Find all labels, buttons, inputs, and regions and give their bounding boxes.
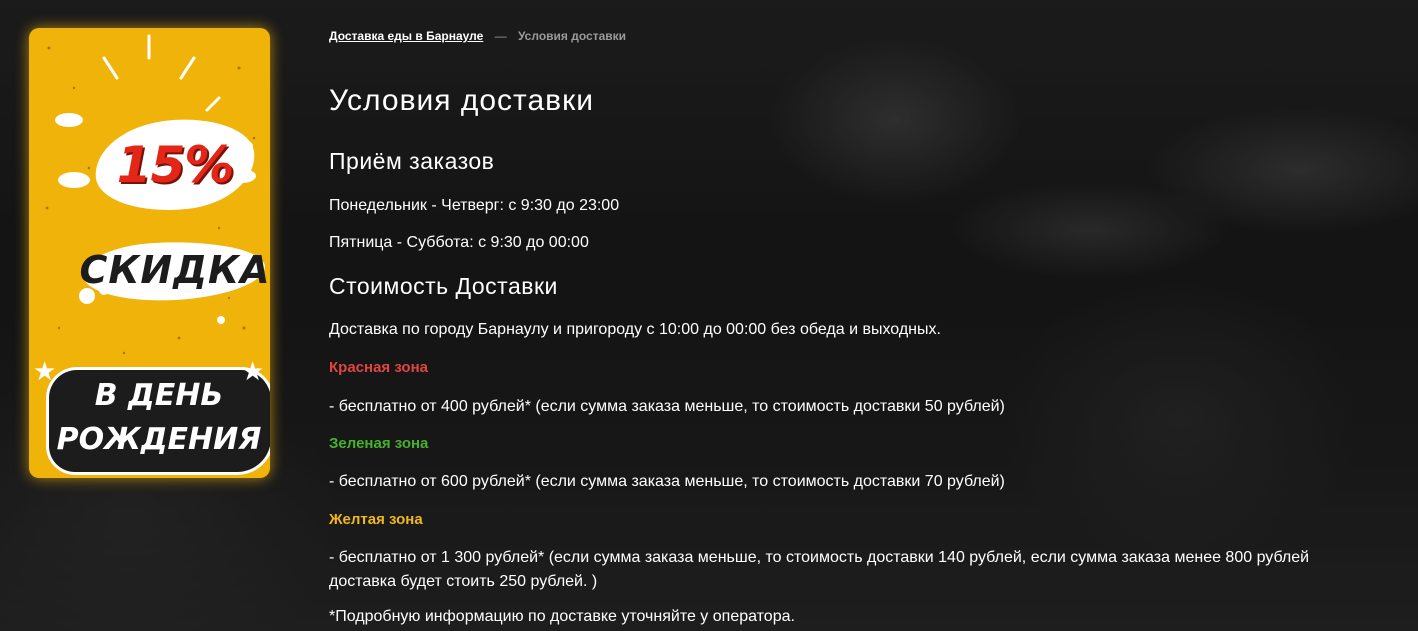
- discount-label-text: СКИДКА: [79, 248, 270, 292]
- discount-label: СКИДКА: [65, 237, 270, 305]
- zone-yellow-text: - бесплатно от 1 300 рублей* (если сумма…: [329, 549, 1310, 590]
- zone-green-text: - бесплатно от 600 рублей* (если сумма з…: [329, 473, 1005, 490]
- hours-fri-sat: Пятница - Суббота: с 9:30 до 00:00: [329, 234, 589, 251]
- discount-percent-badge: 15%: [90, 111, 260, 219]
- zone-red-title: Красная зона: [329, 359, 428, 376]
- breadcrumb: Доставка еды в Барнауле — Условия достав…: [329, 28, 626, 44]
- hours-mon-thu: Понедельник - Четверг: с 9:30 до 23:00: [329, 197, 620, 214]
- delivery-info: Доставка по городу Барнаулу и пригороду …: [329, 321, 941, 338]
- footnote: *Подробную информацию по доставке уточня…: [329, 608, 795, 625]
- birthday-line-2: РОЖДЕНИЯ: [56, 422, 262, 457]
- birthday-discount-banner[interactable]: 15% СКИДКА В ДЕНЬ РОЖДЕНИЯ ★ ★: [29, 28, 270, 478]
- cost-heading: Стоимость Доставки: [329, 273, 558, 299]
- breadcrumb-home-link[interactable]: Доставка еды в Барнауле: [329, 29, 483, 43]
- birthday-line-1: В ДЕНЬ: [94, 378, 224, 413]
- page-title: Условия доставки: [329, 84, 594, 117]
- breadcrumb-current: Условия доставки: [517, 29, 627, 43]
- discount-percent-text: 15%: [116, 136, 235, 194]
- star-icon: ★: [33, 356, 57, 386]
- zone-red-text: - бесплатно от 400 рублей* (если сумма з…: [329, 398, 1005, 415]
- zone-green-title: Зеленая зона: [329, 435, 429, 452]
- birthday-label: В ДЕНЬ РОЖДЕНИЯ: [41, 366, 270, 478]
- zone-yellow-title: Желтая зона: [329, 511, 423, 528]
- orders-heading: Приём заказов: [329, 148, 495, 174]
- star-icon: ★: [241, 356, 265, 386]
- breadcrumb-separator: —: [494, 29, 507, 43]
